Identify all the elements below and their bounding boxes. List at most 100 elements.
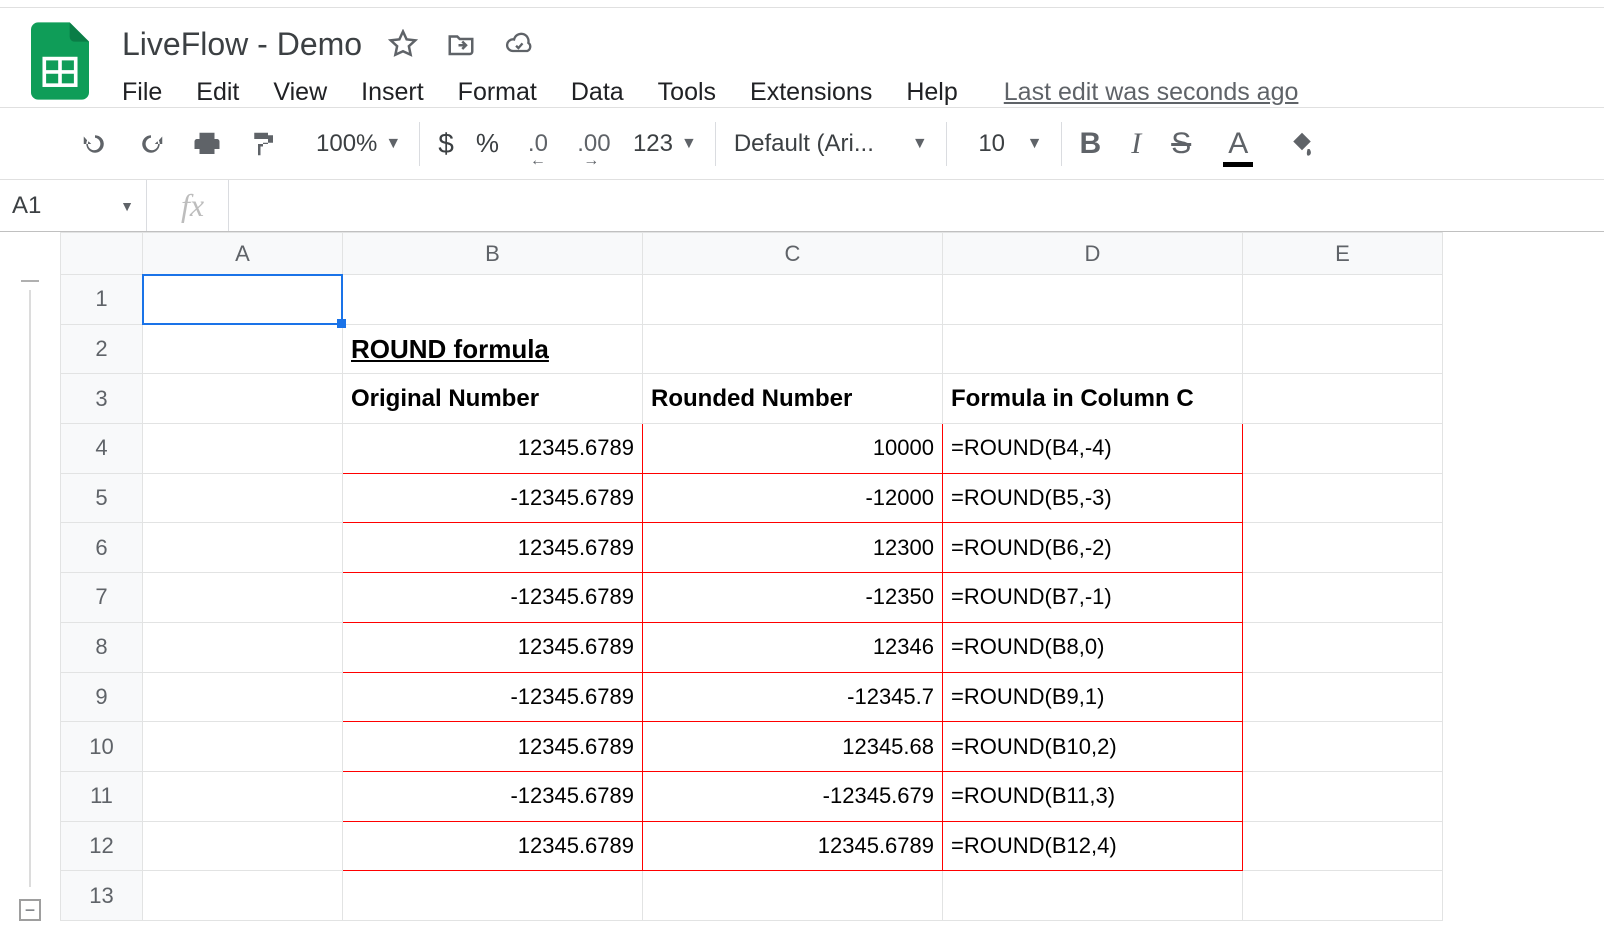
last-edit-link[interactable]: Last edit was seconds ago: [1004, 78, 1299, 107]
cell-C8[interactable]: 12346: [643, 622, 943, 672]
cell-E7[interactable]: [1243, 573, 1443, 623]
cell-B6[interactable]: 12345.6789: [343, 523, 643, 573]
cell-E1[interactable]: [1243, 275, 1443, 325]
cell-A2[interactable]: [143, 324, 343, 374]
font-size-dropdown[interactable]: 10 ▼: [965, 130, 1043, 158]
document-title[interactable]: LiveFlow - Demo: [122, 26, 362, 63]
cell-E9[interactable]: [1243, 672, 1443, 722]
cell-C11[interactable]: -12345.679: [643, 771, 943, 821]
star-icon[interactable]: [386, 27, 420, 61]
cell-A6[interactable]: [143, 523, 343, 573]
cell-B5[interactable]: -12345.6789: [343, 473, 643, 523]
cell-D5[interactable]: =ROUND(B5,-3): [943, 473, 1243, 523]
cell-D3[interactable]: Formula in Column C: [943, 374, 1243, 424]
paint-format-icon[interactable]: [246, 127, 280, 161]
cell-B7[interactable]: -12345.6789: [343, 573, 643, 623]
cell-B8[interactable]: 12345.6789: [343, 622, 643, 672]
cell-A3[interactable]: [143, 374, 343, 424]
redo-icon[interactable]: [134, 127, 168, 161]
cell-E3[interactable]: [1243, 374, 1443, 424]
cell-B3[interactable]: Original Number: [343, 374, 643, 424]
move-to-folder-icon[interactable]: [444, 27, 478, 61]
undo-icon[interactable]: [78, 127, 112, 161]
cell-E12[interactable]: [1243, 821, 1443, 871]
cell-B9[interactable]: -12345.6789: [343, 672, 643, 722]
cell-E11[interactable]: [1243, 771, 1443, 821]
text-color-button[interactable]: A: [1221, 127, 1255, 161]
cell-A1[interactable]: [143, 275, 343, 325]
cell-C6[interactable]: 12300: [643, 523, 943, 573]
formula-input[interactable]: [228, 180, 1604, 231]
cell-E4[interactable]: [1243, 424, 1443, 474]
cell-C1[interactable]: [643, 275, 943, 325]
select-all-corner[interactable]: [61, 233, 143, 275]
row-header[interactable]: 1: [61, 275, 143, 325]
cell-A7[interactable]: [143, 573, 343, 623]
row-header[interactable]: 9: [61, 672, 143, 722]
cell-E5[interactable]: [1243, 473, 1443, 523]
format-percent-button[interactable]: %: [476, 128, 499, 159]
cell-C13[interactable]: [643, 871, 943, 921]
cell-D7[interactable]: =ROUND(B7,-1): [943, 573, 1243, 623]
row-header[interactable]: 7: [61, 573, 143, 623]
cell-D10[interactable]: =ROUND(B10,2): [943, 722, 1243, 772]
cloud-saved-icon[interactable]: [502, 27, 536, 61]
row-header[interactable]: 2: [61, 324, 143, 374]
row-header[interactable]: 5: [61, 473, 143, 523]
row-header[interactable]: 12: [61, 821, 143, 871]
cell-A8[interactable]: [143, 622, 343, 672]
cell-A11[interactable]: [143, 771, 343, 821]
cell-D1[interactable]: [943, 275, 1243, 325]
font-family-dropdown[interactable]: Default (Ari... ▼: [734, 130, 928, 158]
decrease-decimal-button[interactable]: .0←: [521, 127, 555, 161]
row-header[interactable]: 6: [61, 523, 143, 573]
cell-C7[interactable]: -12350: [643, 573, 943, 623]
zoom-dropdown[interactable]: 100% ▼: [316, 130, 401, 158]
menu-extensions[interactable]: Extensions: [750, 78, 872, 107]
cell-D13[interactable]: [943, 871, 1243, 921]
menu-insert[interactable]: Insert: [361, 78, 424, 107]
cell-A4[interactable]: [143, 424, 343, 474]
col-header-C[interactable]: C: [643, 233, 943, 275]
collapse-group-button[interactable]: −: [19, 899, 41, 921]
cell-B2[interactable]: ROUND formula: [343, 324, 643, 374]
cell-D2[interactable]: [943, 324, 1243, 374]
cell-C10[interactable]: 12345.68: [643, 722, 943, 772]
menu-edit[interactable]: Edit: [196, 78, 239, 107]
row-header[interactable]: 3: [61, 374, 143, 424]
cell-E10[interactable]: [1243, 722, 1443, 772]
cell-C5[interactable]: -12000: [643, 473, 943, 523]
row-header[interactable]: 13: [61, 871, 143, 921]
cell-A12[interactable]: [143, 821, 343, 871]
cell-C3[interactable]: Rounded Number: [643, 374, 943, 424]
cell-D8[interactable]: =ROUND(B8,0): [943, 622, 1243, 672]
format-currency-button[interactable]: $: [438, 128, 454, 160]
cell-C9[interactable]: -12345.7: [643, 672, 943, 722]
cell-C12[interactable]: 12345.6789: [643, 821, 943, 871]
italic-button[interactable]: I: [1131, 127, 1141, 161]
col-header-E[interactable]: E: [1243, 233, 1443, 275]
print-icon[interactable]: [190, 127, 224, 161]
col-header-A[interactable]: A: [143, 233, 343, 275]
menu-file[interactable]: File: [122, 78, 162, 107]
increase-decimal-button[interactable]: .00→: [577, 127, 611, 161]
col-header-D[interactable]: D: [943, 233, 1243, 275]
cell-E13[interactable]: [1243, 871, 1443, 921]
cell-B1[interactable]: [343, 275, 643, 325]
row-header[interactable]: 10: [61, 722, 143, 772]
cell-B4[interactable]: 12345.6789: [343, 424, 643, 474]
row-header[interactable]: 4: [61, 424, 143, 474]
cell-B13[interactable]: [343, 871, 643, 921]
row-header[interactable]: 8: [61, 622, 143, 672]
cell-B10[interactable]: 12345.6789: [343, 722, 643, 772]
spreadsheet-grid[interactable]: A B C D E 1: [60, 232, 1443, 921]
cell-B11[interactable]: -12345.6789: [343, 771, 643, 821]
cell-D9[interactable]: =ROUND(B9,1): [943, 672, 1243, 722]
more-formats-dropdown[interactable]: 123 ▼: [633, 130, 697, 158]
cell-C4[interactable]: 10000: [643, 424, 943, 474]
cell-E8[interactable]: [1243, 622, 1443, 672]
strikethrough-button[interactable]: S: [1171, 127, 1191, 161]
cell-D4[interactable]: =ROUND(B4,-4): [943, 424, 1243, 474]
menu-format[interactable]: Format: [458, 78, 537, 107]
col-header-B[interactable]: B: [343, 233, 643, 275]
